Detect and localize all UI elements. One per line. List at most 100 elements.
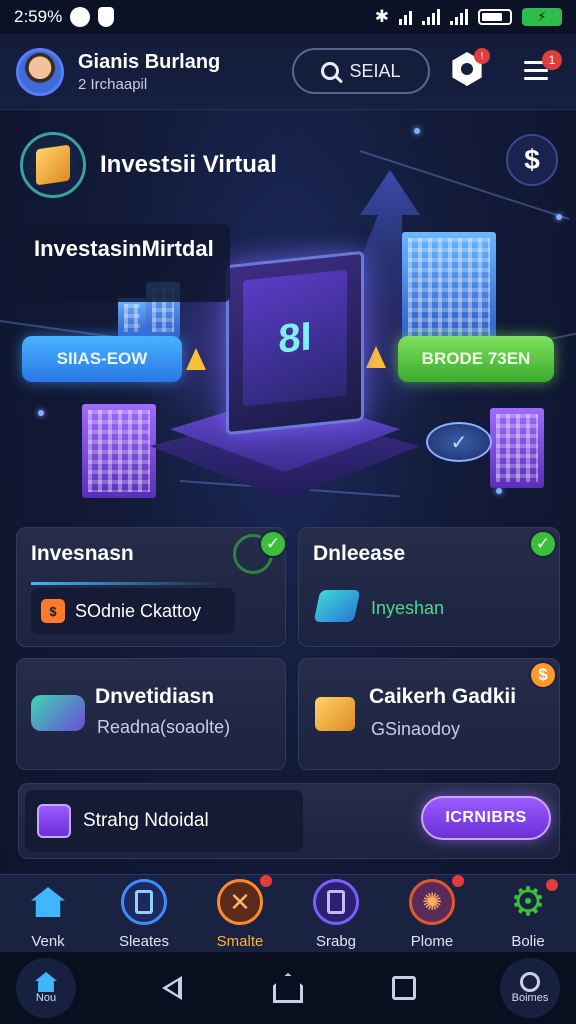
monolith-logo: 8I bbox=[243, 269, 347, 407]
bottom-tab-bar: Venk Sleates ✕ Smalte Srabg ✺ Plome ⚙ Bo… bbox=[0, 874, 576, 952]
bluetooth-icon: ✱ bbox=[374, 7, 389, 26]
avatar[interactable] bbox=[16, 47, 64, 96]
network-node bbox=[556, 214, 562, 220]
gear-icon: ✺ bbox=[409, 879, 455, 925]
shield-status-icon bbox=[98, 7, 115, 27]
nav-home-button[interactable]: Nou bbox=[16, 958, 76, 1018]
shield-badge-icon bbox=[37, 804, 71, 838]
tab-label: Sleates bbox=[118, 933, 170, 950]
building-icon bbox=[402, 232, 496, 342]
app-header: Gianis Burlang 2 Irchaapil SEIAL ! 1 bbox=[0, 34, 576, 110]
recents-icon bbox=[392, 976, 416, 1000]
profile-icon bbox=[520, 972, 540, 992]
search-label: SEIAL bbox=[349, 60, 401, 81]
arrow-up-icon bbox=[186, 348, 206, 370]
tab-label: Srabg bbox=[315, 933, 357, 950]
tab-sleates[interactable]: Sleates bbox=[96, 877, 192, 950]
promo-label: Strahg Ndoidal bbox=[83, 810, 209, 831]
coins-stack-icon bbox=[31, 695, 85, 731]
savings-icon: $ bbox=[41, 599, 65, 623]
house-icon bbox=[273, 973, 303, 1003]
check-badge-icon: ✓ bbox=[529, 530, 557, 558]
tab-venk[interactable]: Venk bbox=[0, 877, 96, 950]
hero-title: Investsii Virtual bbox=[100, 151, 277, 178]
tab-badge bbox=[260, 875, 272, 887]
system-nav-bar: Nou Boimes bbox=[0, 952, 576, 1024]
status-right: ✱ ⚡ bbox=[375, 7, 562, 27]
user-subtitle: 2 Irchaapil bbox=[78, 75, 148, 93]
hero-label-box: InvestasinMirtdal bbox=[22, 224, 230, 302]
signal-icon bbox=[422, 9, 440, 25]
card-text: Readna(soaolte) bbox=[97, 717, 231, 737]
card-title: Caikerh Gadkii bbox=[369, 685, 517, 708]
recents-button[interactable] bbox=[384, 968, 424, 1008]
tab-srabg[interactable]: Srabg bbox=[288, 877, 384, 950]
status-bar: 2:59% ✱ ⚡ bbox=[0, 0, 576, 34]
tab-label: Venk bbox=[31, 933, 65, 950]
status-left: 2:59% bbox=[14, 7, 115, 27]
battery-icon bbox=[478, 9, 512, 25]
close-circle-icon: ✕ bbox=[217, 879, 263, 925]
back-button[interactable] bbox=[152, 968, 192, 1008]
status-time: 2:59% bbox=[14, 7, 63, 26]
building-icon bbox=[82, 404, 156, 498]
card-invesnasn[interactable]: Invesnasn ✓ $ SOdnie Ckattoy bbox=[16, 527, 287, 647]
building-icon bbox=[118, 298, 146, 338]
signal-2-icon bbox=[450, 9, 468, 25]
promo-banner: Strahg Ndoidal ICRNIBRS bbox=[18, 783, 560, 859]
user-info: Gianis Burlang 2 Irchaapil bbox=[78, 51, 220, 93]
card-sub-box[interactable]: $ SOdnie Ckattoy bbox=[31, 588, 235, 634]
network-node bbox=[496, 488, 502, 494]
hex-badge: ! bbox=[474, 48, 490, 64]
card-title: Invesnasn bbox=[31, 542, 134, 565]
tab-smalte[interactable]: ✕ Smalte bbox=[192, 875, 288, 950]
tab-badge bbox=[546, 879, 558, 891]
hero-banner: 8I ✓ Investsii Virtual $ InvestasinMirtd… bbox=[0, 110, 576, 525]
card-title: Dnleease bbox=[313, 542, 406, 565]
card-dnvetidiasn[interactable]: Dnvetidiasn Readna(soaolte) bbox=[16, 658, 286, 770]
search-icon bbox=[321, 62, 340, 80]
card-text: GSinaodoy bbox=[371, 719, 461, 739]
menu-button[interactable]: 1 bbox=[524, 50, 562, 86]
menu-badge: 1 bbox=[542, 50, 562, 70]
card-dnleease[interactable]: Dnleease ✓ Inyeshan bbox=[298, 527, 560, 647]
tab-label: Bolie bbox=[511, 933, 545, 950]
gold-bars-icon bbox=[20, 132, 86, 198]
coin-icon: ✓ bbox=[426, 422, 492, 462]
search-button[interactable]: SEIAL bbox=[292, 48, 430, 94]
hero-title-row: Investsii Virtual bbox=[20, 132, 277, 198]
arrow-up-icon bbox=[366, 346, 386, 368]
hero-pill-right-button[interactable]: BRODE 73EN bbox=[398, 336, 554, 382]
home-icon bbox=[35, 972, 57, 992]
tab-plome[interactable]: ✺ Plome bbox=[384, 875, 480, 950]
promo-label-box[interactable]: Strahg Ndoidal bbox=[25, 790, 303, 852]
monolith-illustration: 8I bbox=[226, 250, 364, 436]
tab-badge bbox=[452, 875, 464, 887]
network-node bbox=[38, 410, 44, 416]
wifi-icon bbox=[399, 9, 412, 25]
phone-icon bbox=[313, 879, 359, 925]
card-progress bbox=[31, 582, 221, 585]
home-button[interactable] bbox=[268, 968, 308, 1008]
back-icon bbox=[162, 976, 182, 1000]
building-icon bbox=[490, 408, 544, 488]
card-sub-label: SOdnie Ckattoy bbox=[75, 600, 202, 621]
home-icon bbox=[25, 879, 71, 925]
settings-hex-button[interactable]: ! bbox=[450, 48, 490, 92]
user-name: Gianis Burlang bbox=[78, 50, 221, 73]
nav-profile-label: Boimes bbox=[511, 992, 549, 1004]
card-caikerh[interactable]: Caikerh Gadkii $ GSinaodoy bbox=[298, 658, 560, 770]
tab-bolie[interactable]: ⚙ Bolie bbox=[480, 877, 576, 950]
tablet-icon bbox=[121, 879, 167, 925]
hero-pill-left-button[interactable]: SIIAS-EOW bbox=[22, 336, 182, 382]
coin-badge-icon: $ bbox=[529, 661, 557, 689]
promo-cta-button[interactable]: ICRNIBRS bbox=[421, 796, 551, 840]
tab-label: Plome bbox=[410, 933, 454, 950]
card-text: Inyeshan bbox=[371, 598, 445, 618]
envelope-icon bbox=[313, 590, 361, 622]
nav-profile-button[interactable]: Boimes bbox=[500, 958, 560, 1018]
nav-home-label: Nou bbox=[35, 992, 57, 1004]
network-node bbox=[414, 128, 420, 134]
dollar-button[interactable]: $ bbox=[506, 134, 558, 186]
gear-green-icon: ⚙ bbox=[510, 880, 546, 924]
